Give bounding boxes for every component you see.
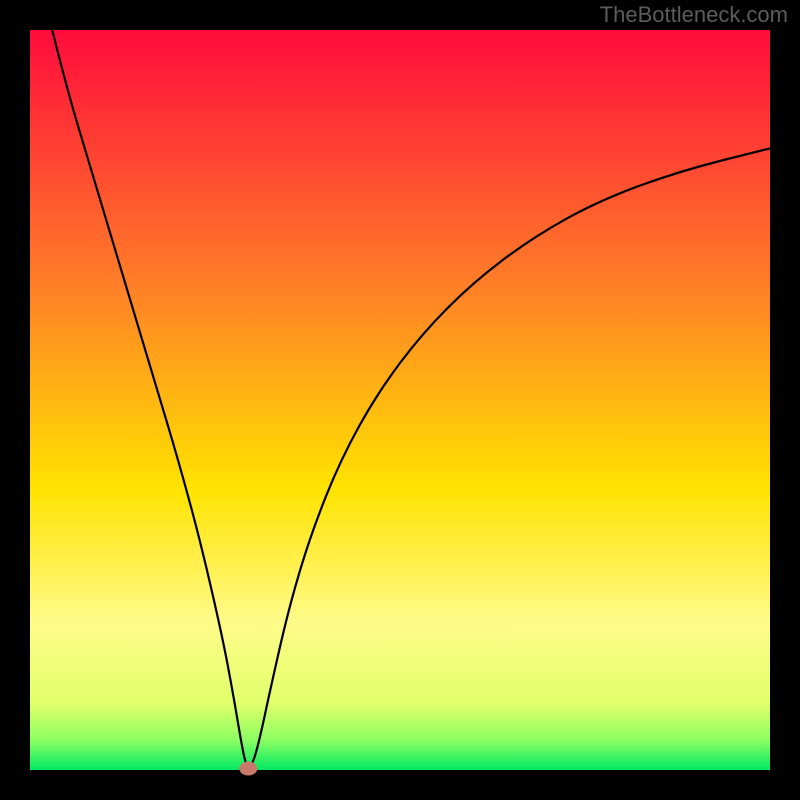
- chart-plot: [0, 0, 800, 800]
- optimal-point-marker: [239, 762, 257, 776]
- gradient-background: [30, 30, 770, 770]
- chart-container: TheBottleneck.com: [0, 0, 800, 800]
